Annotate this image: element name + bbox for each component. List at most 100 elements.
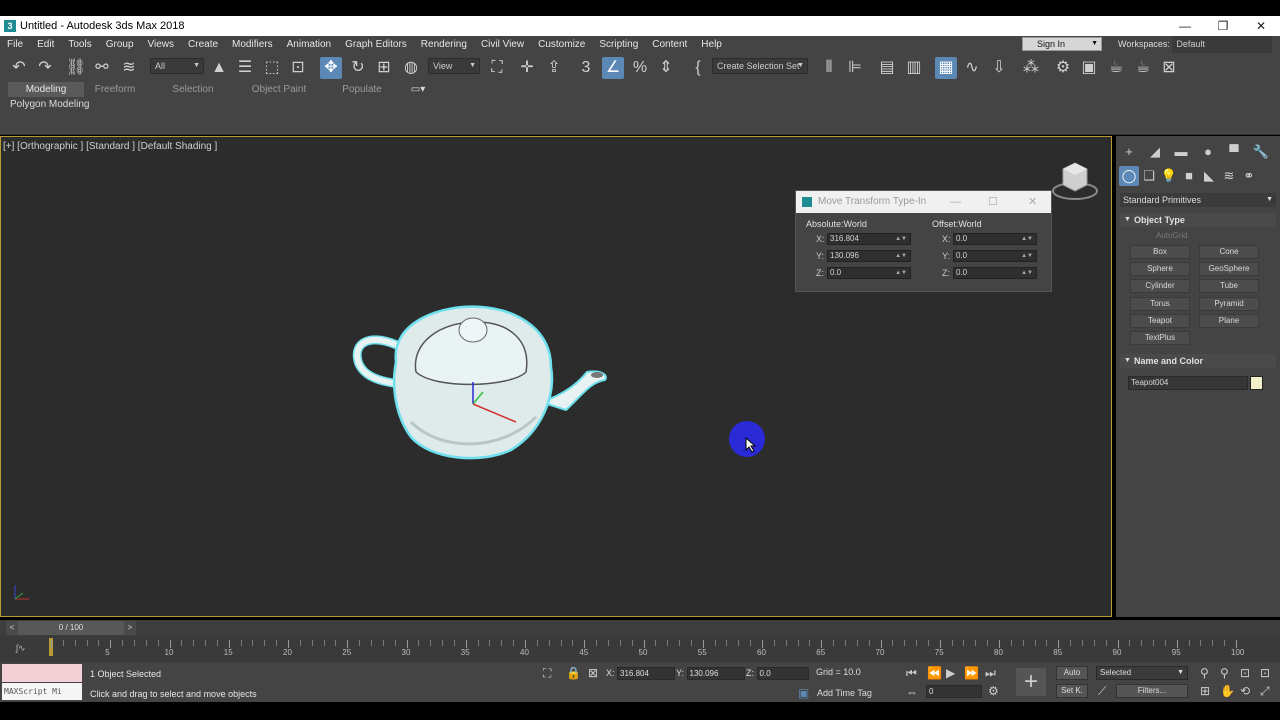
workspaces-selector[interactable]: Workspaces: Default xyxy=(1118,36,1273,53)
select-by-name-icon[interactable]: ☰ xyxy=(234,57,256,79)
menu-views[interactable]: Views xyxy=(141,39,182,50)
mini-curve-editor-icon[interactable]: ʃ∿ xyxy=(16,643,26,654)
go-to-end-icon[interactable]: ⏭ xyxy=(985,666,996,680)
auto-key-button[interactable]: Auto xyxy=(1056,666,1088,680)
undo-icon[interactable]: ↶ xyxy=(8,57,30,79)
key-filter-dropdown[interactable]: Selected ▼ xyxy=(1096,666,1188,680)
absolute-z-field[interactable]: 0.0 ▲▼ xyxy=(827,267,911,279)
box-button[interactable]: Box xyxy=(1130,245,1190,259)
minimize-button[interactable]: — xyxy=(1166,16,1204,36)
rendered-frame-window-icon[interactable]: ▣ xyxy=(1078,57,1100,79)
dialog-maximize-button[interactable]: ☐ xyxy=(988,191,998,213)
curve-editor-icon[interactable]: ∿ xyxy=(961,57,983,79)
filters-button[interactable]: Filters... xyxy=(1116,684,1188,698)
selection-filter-dropdown[interactable]: All ▼ xyxy=(150,58,204,74)
y-coord-field[interactable]: 130.096 xyxy=(686,667,745,680)
unlink-icon[interactable]: ⚯ xyxy=(91,57,113,79)
key-tangent-icon[interactable]: ⟋ xyxy=(1098,684,1106,698)
select-object-icon[interactable]: ▲ xyxy=(208,57,230,79)
offset-y-field[interactable]: 0.0 ▲▼ xyxy=(953,250,1037,262)
plane-button[interactable]: Plane xyxy=(1199,314,1259,328)
previous-frame-icon[interactable]: ⏪ xyxy=(927,666,942,680)
rectangular-selection-icon[interactable]: ⬚ xyxy=(261,57,283,79)
align-icon[interactable]: ⊫ xyxy=(844,57,866,79)
a360-render-icon[interactable]: ⊠ xyxy=(1158,57,1180,79)
keyboard-shortcut-override-icon[interactable]: ⇪ xyxy=(543,57,565,79)
time-slider[interactable]: < 0 / 100 > xyxy=(6,621,136,635)
create-tab-icon[interactable]: + xyxy=(1119,142,1139,162)
play-icon[interactable]: ▶ xyxy=(946,666,955,680)
current-frame-field[interactable]: 0 xyxy=(926,685,982,698)
modify-tab-icon[interactable]: ◢ xyxy=(1145,142,1165,162)
tube-button[interactable]: Tube xyxy=(1199,279,1259,293)
viewcube[interactable] xyxy=(1051,159,1101,208)
spinner-icon[interactable]: ▲▼ xyxy=(895,234,907,244)
sphere-button[interactable]: Sphere xyxy=(1130,262,1190,276)
menu-edit[interactable]: Edit xyxy=(30,39,61,50)
select-and-move-icon[interactable]: ✥ xyxy=(320,57,342,79)
spinner-snap-icon[interactable]: ⇕ xyxy=(655,57,677,79)
angle-snap-icon[interactable]: ∠ xyxy=(602,57,624,79)
restore-button[interactable]: ❐ xyxy=(1204,16,1242,36)
percent-snap-icon[interactable]: % xyxy=(629,57,651,79)
maxscript-mini-listener[interactable]: MAXScript Mi xyxy=(2,683,82,700)
menu-tools[interactable]: Tools xyxy=(61,39,98,50)
dialog-close-button[interactable]: ✕ xyxy=(1028,191,1037,213)
menu-rendering[interactable]: Rendering xyxy=(414,39,474,50)
absolute-mode-icon[interactable]: ⊠ xyxy=(588,666,598,680)
utilities-tab-icon[interactable]: 🔧 xyxy=(1251,142,1271,162)
spinner-icon[interactable]: ▲▼ xyxy=(895,251,907,261)
tab-freeform[interactable]: Freeform xyxy=(84,82,146,97)
redo-icon[interactable]: ↷ xyxy=(34,57,56,79)
menu-graph-editors[interactable]: Graph Editors xyxy=(338,39,414,50)
spinner-icon[interactable]: ▲▼ xyxy=(1021,268,1033,278)
motion-tab-icon[interactable]: ● xyxy=(1198,142,1218,162)
maximize-viewport-icon[interactable]: ⤢ xyxy=(1260,684,1270,698)
select-and-rotate-icon[interactable]: ↻ xyxy=(347,57,369,79)
lights-icon[interactable]: 💡 xyxy=(1159,166,1179,186)
cylinder-button[interactable]: Cylinder xyxy=(1130,279,1190,293)
select-manipulate-icon[interactable]: ✛ xyxy=(516,57,538,79)
spinner-icon[interactable]: ▲▼ xyxy=(895,268,907,278)
ribbon-toggle-icon[interactable]: ▦ xyxy=(935,57,957,79)
display-tab-icon[interactable]: ▀ xyxy=(1224,142,1244,162)
z-coord-field[interactable]: 0.0 xyxy=(756,667,809,680)
object-name-input[interactable]: Teapot004 xyxy=(1128,376,1248,390)
cameras-icon[interactable]: ■ xyxy=(1179,166,1199,186)
menu-group[interactable]: Group xyxy=(99,39,141,50)
menu-animation[interactable]: Animation xyxy=(280,39,338,50)
spinner-icon[interactable]: ▲▼ xyxy=(1021,234,1033,244)
place-icon[interactable]: ◍ xyxy=(400,57,422,79)
shapes-icon[interactable]: ❏ xyxy=(1139,166,1159,186)
spinner-icon[interactable]: ▲▼ xyxy=(1021,251,1033,261)
link-icon[interactable]: ⛓ xyxy=(65,57,87,79)
move-transform-dialog[interactable]: Move Transform Type-In — ☐ ✕ Absolute:Wo… xyxy=(795,190,1052,292)
menu-content[interactable]: Content xyxy=(645,39,694,50)
teapot-object[interactable] xyxy=(351,302,613,462)
pyramid-button[interactable]: Pyramid xyxy=(1199,297,1259,311)
primitive-category-dropdown[interactable]: Standard Primitives ▼ xyxy=(1120,193,1276,207)
zoom-icon[interactable]: ⚲ xyxy=(1200,666,1209,680)
viewport-label[interactable]: [+] [Orthographic ] [Standard ] [Default… xyxy=(3,141,217,152)
material-editor-icon[interactable]: ⁂ xyxy=(1020,57,1042,79)
dialog-title-bar[interactable]: Move Transform Type-In — ☐ ✕ xyxy=(796,191,1051,213)
render-setup-icon[interactable]: ⚙ xyxy=(1052,57,1074,79)
object-type-rollout[interactable]: ▼ Object Type xyxy=(1120,213,1276,227)
absolute-x-field[interactable]: 316.804 ▲▼ xyxy=(827,233,911,245)
isolate-selection-icon[interactable]: ⛶ xyxy=(543,666,551,680)
scene-explorer-icon[interactable]: ▤ xyxy=(876,57,898,79)
x-coord-field[interactable]: 316.804 xyxy=(617,667,676,680)
maxscript-listener-output[interactable] xyxy=(2,664,82,682)
edit-named-selection-icon[interactable]: { xyxy=(687,57,709,79)
tab-object-paint[interactable]: Object Paint xyxy=(240,82,318,97)
zoom-extents-icon[interactable]: ⊡ xyxy=(1240,666,1250,680)
torus-button[interactable]: Torus xyxy=(1130,297,1190,311)
go-to-start-icon[interactable]: ⏮ xyxy=(906,666,917,680)
next-frame-icon[interactable]: ⏩ xyxy=(964,666,979,680)
field-of-view-icon[interactable]: ⊞ xyxy=(1200,684,1210,698)
zoom-all-icon[interactable]: ⚲ xyxy=(1220,666,1229,680)
lock-selection-icon[interactable]: 🔒 xyxy=(566,666,581,680)
menu-help[interactable]: Help xyxy=(694,39,729,50)
helpers-icon[interactable]: ◣ xyxy=(1199,166,1219,186)
autogrid-checkbox[interactable]: AutoGrid xyxy=(1156,231,1188,240)
